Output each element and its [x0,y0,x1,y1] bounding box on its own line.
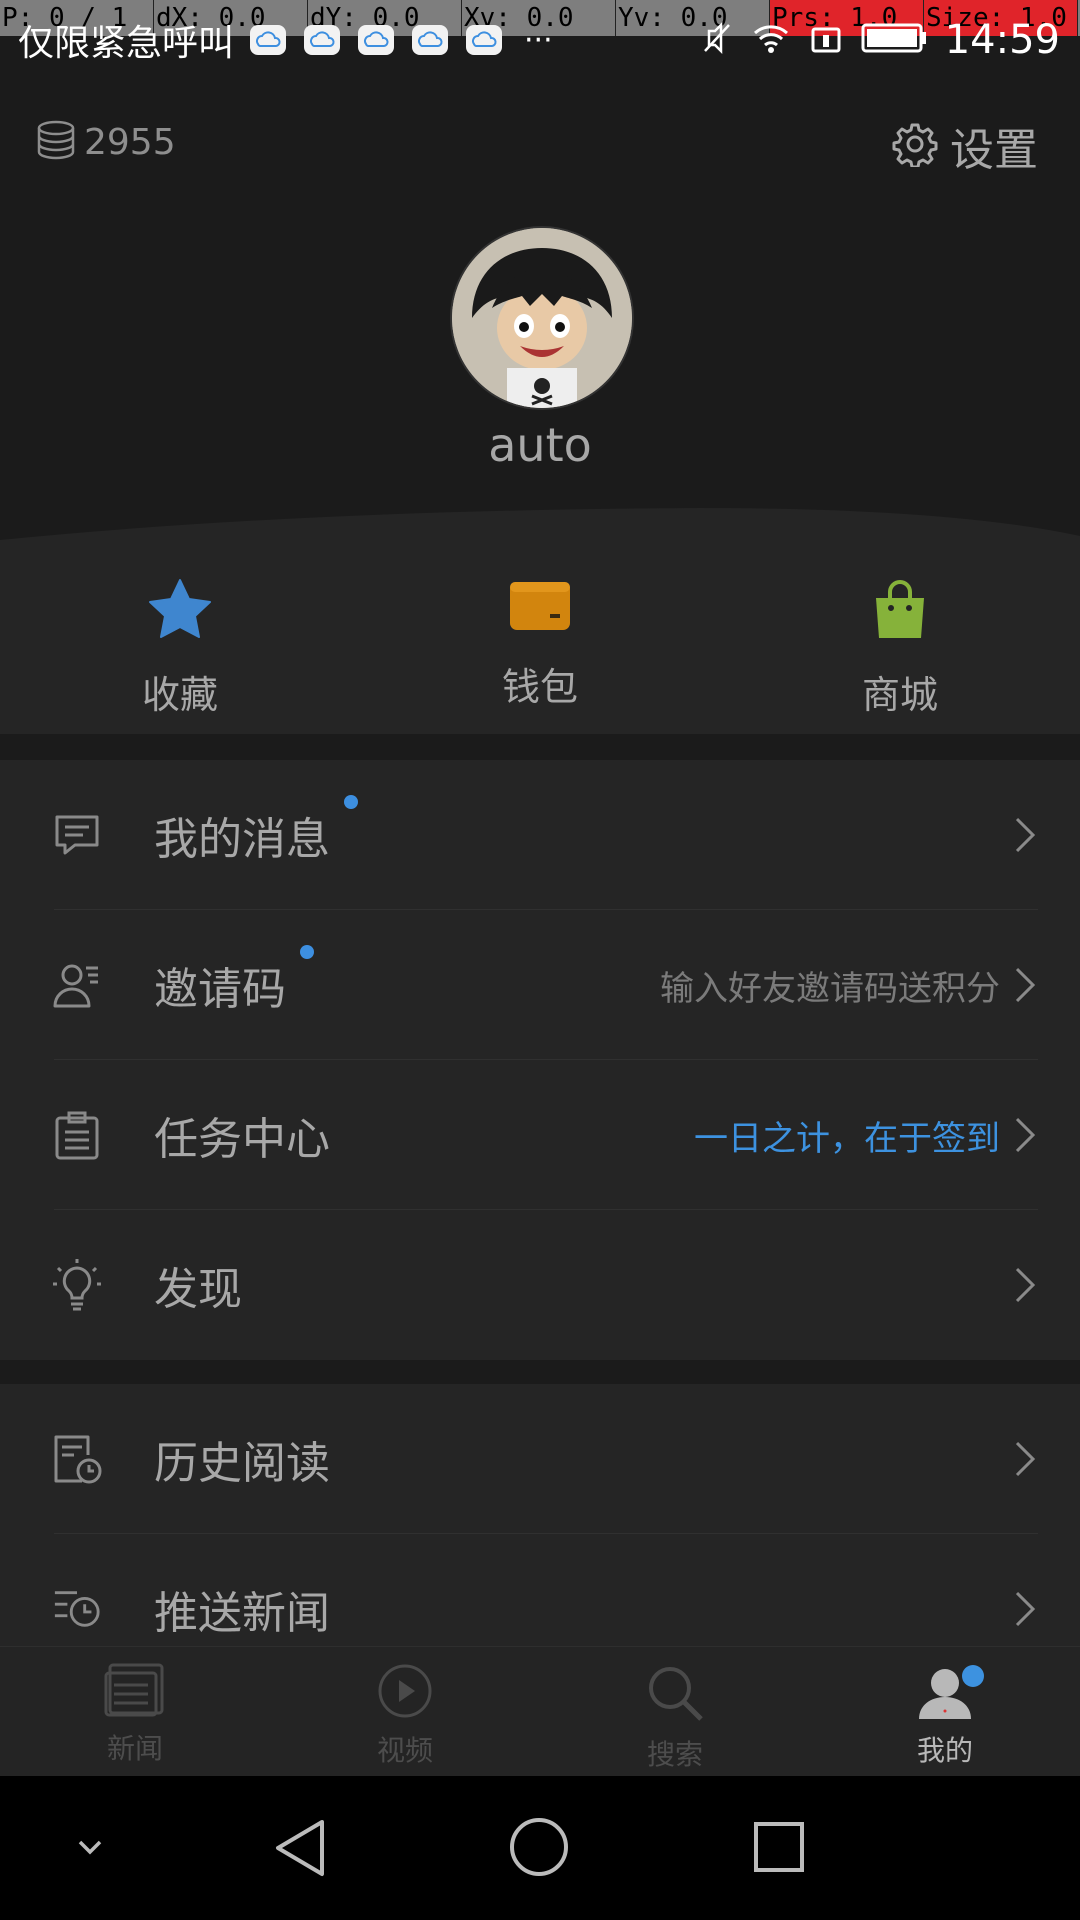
menu-group-reading: 历史阅读 推送新闻 [0,1384,1080,1646]
star-icon [147,578,213,646]
menu-label-history: 历史阅读 [154,1438,330,1489]
chevron-right-icon [1014,1590,1036,1628]
cloud-icon [466,25,503,55]
more-notifications: ··· [524,22,553,58]
recents-icon[interactable] [752,1820,806,1874]
coin-stack-icon [34,118,78,166]
chevron-right-icon [1014,1440,1036,1478]
news-icon [104,1663,166,1721]
chevron-right-icon [1014,1266,1036,1304]
clock: 14:59 [944,17,1060,63]
home-icon[interactable] [508,1816,570,1878]
username[interactable]: auto [0,418,1080,472]
lightbulb-icon [52,1259,102,1311]
tab-news[interactable]: 新闻 [0,1647,270,1777]
wallet-icon [508,578,572,638]
menu-item-invite-code[interactable]: 邀请码 输入好友邀请码送积分 [0,910,1080,1060]
tab-search-label: 搜索 [646,1738,703,1771]
menu-item-discover[interactable]: 发现 [0,1210,1080,1360]
search-icon [645,1663,705,1727]
notification-dot [962,1665,984,1687]
chevron-right-icon [1014,966,1036,1004]
tab-news-label: 新闻 [106,1732,163,1765]
settings-label: 设置 [950,125,1038,176]
back-icon[interactable] [272,1818,328,1878]
wifi-icon [751,21,791,59]
tab-video-label: 视频 [376,1734,433,1767]
menu-label-discover: 发现 [154,1264,242,1315]
wallet-button[interactable]: 钱包 [360,540,720,734]
tab-profile[interactable]: 我的 [810,1647,1080,1777]
cloud-icon [412,25,449,55]
gear-icon [892,121,938,171]
settings-button[interactable]: 设置 [892,114,1038,178]
message-icon [52,810,102,860]
menu-item-task-center[interactable]: 任务中心 一日之计，在于签到 [0,1060,1080,1210]
tab-video[interactable]: 视频 [270,1647,540,1777]
quick-actions: 收藏 钱包 商城 [0,540,1080,734]
mall-button[interactable]: 商城 [720,540,1080,734]
favorites-label: 收藏 [141,673,218,717]
push-news-icon [52,1584,102,1634]
menu-label-invite-code: 邀请码 [154,945,314,1017]
task-hint: 一日之计，在于签到 [694,1118,1000,1159]
invite-hint: 输入好友邀请码送积分 [660,968,1000,1009]
chevron-right-icon [1014,1116,1036,1154]
tab-search[interactable]: 搜索 [540,1647,810,1777]
avatar[interactable] [450,226,634,410]
unread-dot [344,795,358,809]
menu-label-messages: 我的消息 [154,795,358,867]
menu-group-main: 我的消息 邀请码 输入好友邀请码送积分 任务中心 一日之计，在于签到 发现 [0,760,1080,1360]
chevron-right-icon [1014,816,1036,854]
menu-item-push-news[interactable]: 推送新闻 [0,1534,1080,1646]
coins-value: 2955 [84,121,176,163]
wallet-label: 钱包 [501,665,578,709]
unread-dot [300,945,314,959]
cloud-icon [358,25,395,55]
history-icon [52,1434,102,1484]
mall-label: 商城 [861,673,938,717]
bottom-tab-bar: 新闻 视频 搜索 我的 [0,1646,1080,1777]
shopping-bag-icon [870,578,930,646]
menu-item-messages[interactable]: 我的消息 [0,760,1080,910]
coins-balance[interactable]: 2955 [34,118,176,166]
task-icon [52,1110,102,1160]
battery-icon [861,21,927,59]
invite-icon [52,960,102,1010]
carrier-text: 仅限紧急呼叫 [18,23,235,64]
favorites-button[interactable]: 收藏 [0,540,360,734]
chevron-down-icon[interactable] [70,1828,110,1868]
video-icon [377,1663,433,1723]
system-navigation-bar [0,1776,1080,1920]
status-bar: 仅限紧急呼叫 ··· 14:59 [0,0,1080,80]
menu-item-history[interactable]: 历史阅读 [0,1384,1080,1534]
sim-icon [809,21,843,59]
tab-profile-label: 我的 [916,1734,973,1767]
cloud-icon [250,25,287,55]
menu-label-push-news: 推送新闻 [154,1588,330,1639]
cloud-icon [304,25,341,55]
mute-icon [699,21,733,59]
menu-label-task-center: 任务中心 [154,1114,330,1165]
